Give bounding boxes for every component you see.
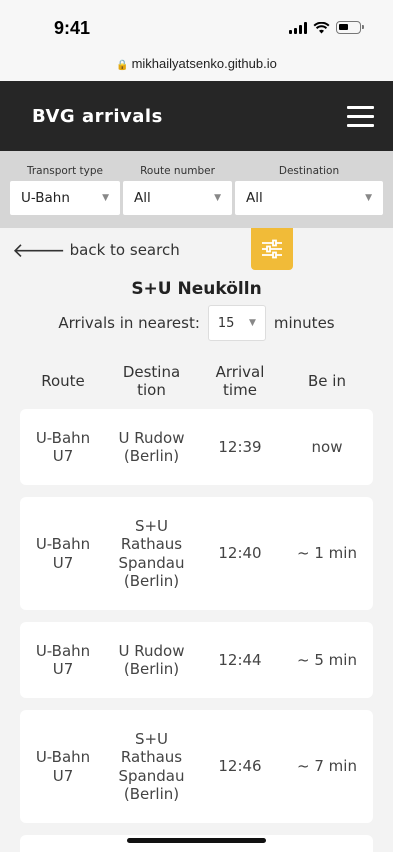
lock-icon: 🔒 bbox=[116, 60, 129, 71]
filter-bar: Transport type U-Bahn ▼ Route number All… bbox=[0, 151, 393, 228]
browser-status-area: 9:41 🔒 mikhailyatsenko.github.io bbox=[0, 0, 393, 81]
back-label: back to search bbox=[69, 241, 180, 259]
minutes-value: 15 bbox=[217, 315, 235, 331]
url-text: mikhailyatsenko.github.io bbox=[131, 56, 277, 71]
caret-down-icon: ▼ bbox=[102, 193, 109, 203]
table-row[interactable]: U-Bahn U7 S+U Rathaus Spandau (Berlin) 12:40… bbox=[20, 497, 373, 610]
be-in-cell: ~ 1 min bbox=[297, 544, 357, 563]
app-header: BVG arrivals bbox=[0, 81, 393, 151]
filter-label: Route number bbox=[140, 165, 215, 177]
caret-down-icon: ▼ bbox=[365, 193, 372, 203]
header-arrival: Arrival time bbox=[215, 363, 265, 399]
results-toolbar: 🡐 back to search S+U Neukölln bbox=[0, 228, 393, 301]
transport-type-select[interactable]: U-Bahn ▼ bbox=[10, 181, 120, 215]
arrow-left-icon: 🡐 bbox=[12, 238, 66, 262]
table-row[interactable]: U-Bahn U7 U Rudow (Berlin) 12:44 ~ 5 min bbox=[20, 622, 373, 698]
back-to-search-link[interactable]: 🡐 back to search bbox=[12, 240, 180, 260]
filter-label: Transport type bbox=[26, 165, 104, 177]
status-time: 9:41 bbox=[54, 18, 91, 38]
route-cell: U-Bahn U7 bbox=[35, 641, 91, 679]
address-bar[interactable]: 🔒 mikhailyatsenko.github.io bbox=[0, 56, 393, 71]
be-in-cell: ~ 5 min bbox=[297, 650, 357, 669]
home-indicator bbox=[127, 838, 266, 843]
destination-select[interactable]: All ▼ bbox=[235, 181, 383, 215]
station-name: S+U Neukölln bbox=[131, 279, 262, 299]
be-in-cell: ~ 7 min bbox=[297, 757, 357, 776]
header-be-in: Be in bbox=[308, 372, 346, 390]
filter-route-number: Route number All ▼ bbox=[123, 151, 232, 228]
route-cell: U-Bahn U7 bbox=[35, 535, 91, 572]
route-cell: U-Bahn U7 bbox=[35, 748, 91, 785]
status-icons bbox=[289, 21, 364, 34]
table-row[interactable]: U-Bahn U7 U Rudow (Berlin) 12:39 now bbox=[20, 409, 373, 485]
arrival-cell: 12:44 bbox=[218, 650, 262, 669]
hamburger-menu-icon[interactable] bbox=[347, 105, 374, 127]
route-cell: U-Bahn U7 bbox=[35, 428, 91, 466]
select-value: U-Bahn bbox=[21, 190, 70, 206]
filter-destination: Destination All ▼ bbox=[235, 151, 383, 228]
be-in-cell: now bbox=[311, 437, 343, 456]
header-route: Route bbox=[41, 372, 85, 390]
minutes-select[interactable]: 15 ▼ bbox=[207, 305, 266, 341]
app-title: BVG arrivals bbox=[32, 105, 163, 127]
battery-icon bbox=[336, 21, 364, 34]
table-row[interactable]: U-Bahn U7 S+U Rathaus Spandau (Berlin) 12:46… bbox=[20, 710, 373, 823]
destination-cell: S+U Rathaus Spandau (Berlin) bbox=[118, 516, 185, 591]
filter-label: Destination bbox=[278, 165, 340, 177]
header-destination: Destina tion bbox=[122, 363, 181, 399]
nearest-prefix: Arrivals in nearest: bbox=[58, 314, 200, 332]
nearest-suffix: minutes bbox=[273, 314, 335, 332]
filter-transport-type: Transport type U-Bahn ▼ bbox=[10, 151, 120, 228]
arrival-cell: 12:46 bbox=[218, 757, 262, 776]
select-value: All bbox=[134, 190, 151, 206]
caret-down-icon: ▼ bbox=[214, 193, 221, 203]
sliders-icon bbox=[262, 239, 282, 259]
arrival-cell: 12:39 bbox=[218, 437, 262, 456]
filter-toggle-button[interactable] bbox=[251, 228, 293, 270]
caret-down-icon: ▼ bbox=[248, 318, 256, 328]
arrival-cell: 12:40 bbox=[218, 544, 262, 563]
arrivals-list: U-Bahn U7 U Rudow (Berlin) 12:39 now U-Bah… bbox=[20, 409, 373, 852]
select-value: All bbox=[246, 190, 263, 206]
table-header: Route Destina tion Arrival time Be in bbox=[20, 361, 373, 401]
destination-cell: U Rudow (Berlin) bbox=[118, 428, 185, 466]
wifi-icon bbox=[313, 21, 330, 33]
destination-cell: U Rudow (Berlin) bbox=[118, 641, 185, 679]
arrivals-window: Arrivals in nearest: 15 ▼ minutes bbox=[0, 305, 393, 341]
destination-cell: S+U Rathaus Spandau (Berlin) bbox=[118, 729, 185, 804]
route-number-select[interactable]: All ▼ bbox=[123, 181, 232, 215]
cellular-signal-icon bbox=[289, 21, 307, 34]
